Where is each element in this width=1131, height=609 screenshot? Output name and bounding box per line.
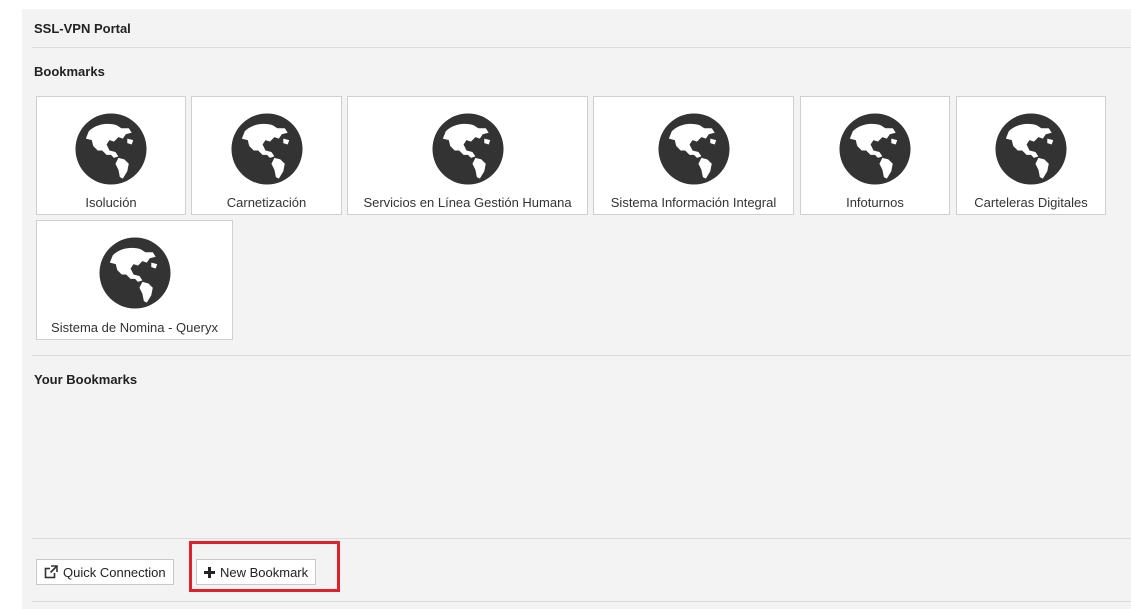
- bookmark-label: Sistema Información Integral: [610, 195, 777, 210]
- bookmark-tile-carteleras-digitales[interactable]: Carteleras Digitales: [956, 96, 1106, 215]
- header-divider: [32, 47, 1131, 48]
- globe-icon: [230, 112, 304, 186]
- bookmark-label: Infoturnos: [846, 195, 904, 210]
- globe-icon: [994, 112, 1068, 186]
- quick-connection-label: Quick Connection: [63, 564, 166, 580]
- globe-icon: [74, 112, 148, 186]
- bookmark-label: Servicios en Línea Gestión Humana: [363, 195, 572, 210]
- ssl-vpn-portal-panel: SSL-VPN Portal Bookmarks Isolución Carne…: [22, 9, 1131, 609]
- globe-icon: [98, 236, 172, 310]
- bookmark-tile-sistema-nomina-queryx[interactable]: Sistema de Nomina - Queryx: [36, 220, 233, 340]
- quick-connection-button[interactable]: Quick Connection: [36, 559, 174, 585]
- bookmark-tile-isolucion[interactable]: Isolución: [36, 96, 186, 215]
- bookmark-label: Sistema de Nomina - Queryx: [51, 320, 218, 335]
- footer-divider: [32, 601, 1131, 602]
- bookmark-tile-servicios-gestion-humana[interactable]: Servicios en Línea Gestión Humana: [347, 96, 588, 215]
- globe-icon: [431, 112, 505, 186]
- globe-icon: [838, 112, 912, 186]
- bookmark-label: Carteleras Digitales: [974, 195, 1088, 210]
- external-link-icon: [44, 565, 58, 579]
- bookmark-tile-carnetizacion[interactable]: Carnetización: [191, 96, 342, 215]
- bookmark-label: Isolución: [85, 195, 137, 210]
- bookmarks-section-title: Bookmarks: [34, 64, 105, 79]
- globe-icon: [657, 112, 731, 186]
- your-bookmarks-divider: [32, 538, 1131, 539]
- bookmark-tile-infoturnos[interactable]: Infoturnos: [800, 96, 950, 215]
- bookmark-tile-sistema-informacion-integral[interactable]: Sistema Información Integral: [593, 96, 794, 215]
- bookmarks-divider: [32, 355, 1131, 356]
- page-title: SSL-VPN Portal: [34, 21, 131, 36]
- your-bookmarks-section-title: Your Bookmarks: [34, 372, 138, 387]
- new-bookmark-highlight-box: [189, 541, 340, 592]
- bookmark-label: Carnetización: [226, 195, 307, 210]
